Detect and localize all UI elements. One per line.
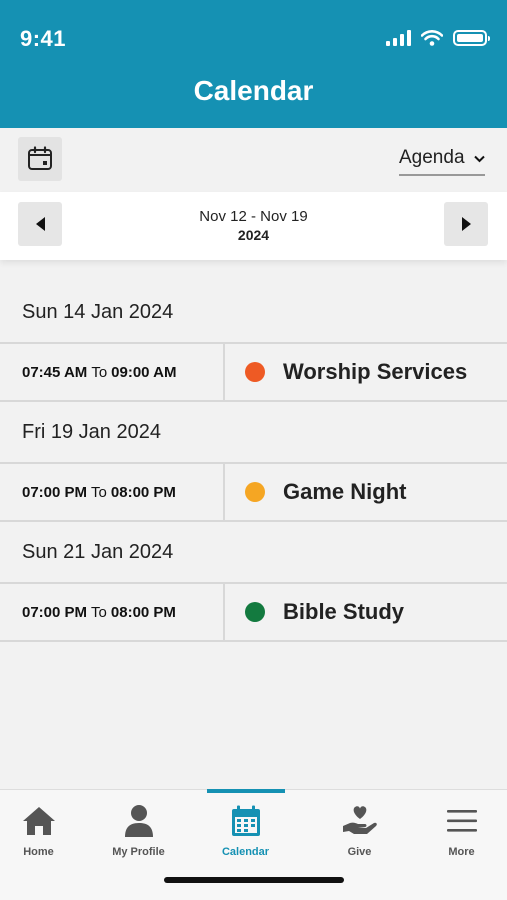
day-heading: Fri 19 Jan 2024 — [0, 402, 507, 464]
calendar-toolbar: Agenda — [0, 128, 507, 192]
event-time: 07:45 AM To 09:00 AM — [0, 344, 225, 400]
time-connector: To — [91, 483, 107, 501]
event-color-dot — [245, 602, 265, 622]
event-end: 09:00 AM — [111, 363, 177, 381]
signal-icon — [386, 30, 411, 46]
page-title: Calendar — [193, 75, 314, 106]
wifi-icon — [421, 30, 443, 46]
view-mode-select[interactable]: Agenda — [399, 146, 485, 176]
event-title: Bible Study — [283, 599, 405, 624]
battery-icon — [453, 30, 490, 46]
event-row[interactable]: 07:00 PM To 08:00 PM Bible Study — [0, 584, 507, 642]
event-start: 07:00 PM — [22, 483, 88, 501]
event-title: Worship Services — [283, 359, 468, 384]
chevron-down-icon — [474, 155, 485, 163]
event-row[interactable]: 07:00 PM To 08:00 PM Game Night — [0, 464, 507, 522]
give-icon — [342, 806, 377, 834]
week-year-label: 2024 — [237, 227, 270, 243]
event-time: 07:00 PM To 08:00 PM — [0, 464, 225, 520]
event-color-dot — [245, 482, 265, 502]
time-connector: To — [91, 603, 107, 621]
time-connector: To — [91, 363, 108, 381]
view-mode-value: Agenda — [399, 147, 465, 168]
event-info: Game Night — [225, 464, 507, 520]
event-end: 08:00 PM — [110, 603, 176, 621]
event-start: 07:45 AM — [22, 363, 88, 381]
agenda-list: Sun 14 Jan 2024 07:45 AM To 09:00 AM Wor… — [0, 282, 507, 642]
event-title: Game Night — [283, 479, 407, 504]
status-time: 9:41 — [20, 26, 67, 51]
event-row[interactable]: 07:45 AM To 09:00 AM Worship Services — [0, 344, 507, 402]
calendar-icon — [231, 805, 260, 836]
event-end: 08:00 PM — [110, 483, 176, 501]
app-header: 9:41 Calendar — [0, 0, 507, 128]
date-picker-button[interactable] — [18, 137, 62, 181]
tab-calendar[interactable]: Calendar — [195, 790, 296, 860]
tab-give[interactable]: Give — [309, 790, 410, 860]
tab-label: Home — [23, 846, 54, 858]
profile-icon — [124, 805, 153, 837]
home-indicator[interactable] — [164, 877, 344, 883]
home-icon — [22, 807, 55, 835]
bottom-tab-bar: Home My Profile Calendar Give More — [0, 789, 507, 900]
week-range-label: Nov 12 - Nov 19 — [199, 208, 308, 225]
tab-label: Give — [347, 846, 372, 858]
tab-label: More — [448, 846, 475, 858]
status-icons — [386, 30, 490, 46]
day-heading: Sun 21 Jan 2024 — [0, 522, 507, 584]
event-info: Worship Services — [225, 344, 507, 400]
tab-home[interactable]: Home — [0, 790, 89, 860]
day-heading: Sun 14 Jan 2024 — [0, 282, 507, 344]
menu-icon — [446, 810, 477, 832]
event-info: Bible Study — [225, 584, 507, 640]
next-week-button[interactable] — [444, 202, 488, 246]
event-color-dot — [245, 362, 265, 382]
week-navigator: Nov 12 - Nov 19 2024 — [0, 192, 507, 260]
tab-label: My Profile — [112, 846, 165, 858]
caret-right-icon — [461, 217, 471, 231]
tab-more[interactable]: More — [411, 790, 507, 860]
calendar-icon — [28, 146, 52, 170]
event-time: 07:00 PM To 08:00 PM — [0, 584, 225, 640]
tab-label: Calendar — [221, 846, 270, 858]
tab-my-profile[interactable]: My Profile — [88, 790, 189, 860]
event-start: 07:00 PM — [22, 603, 88, 621]
